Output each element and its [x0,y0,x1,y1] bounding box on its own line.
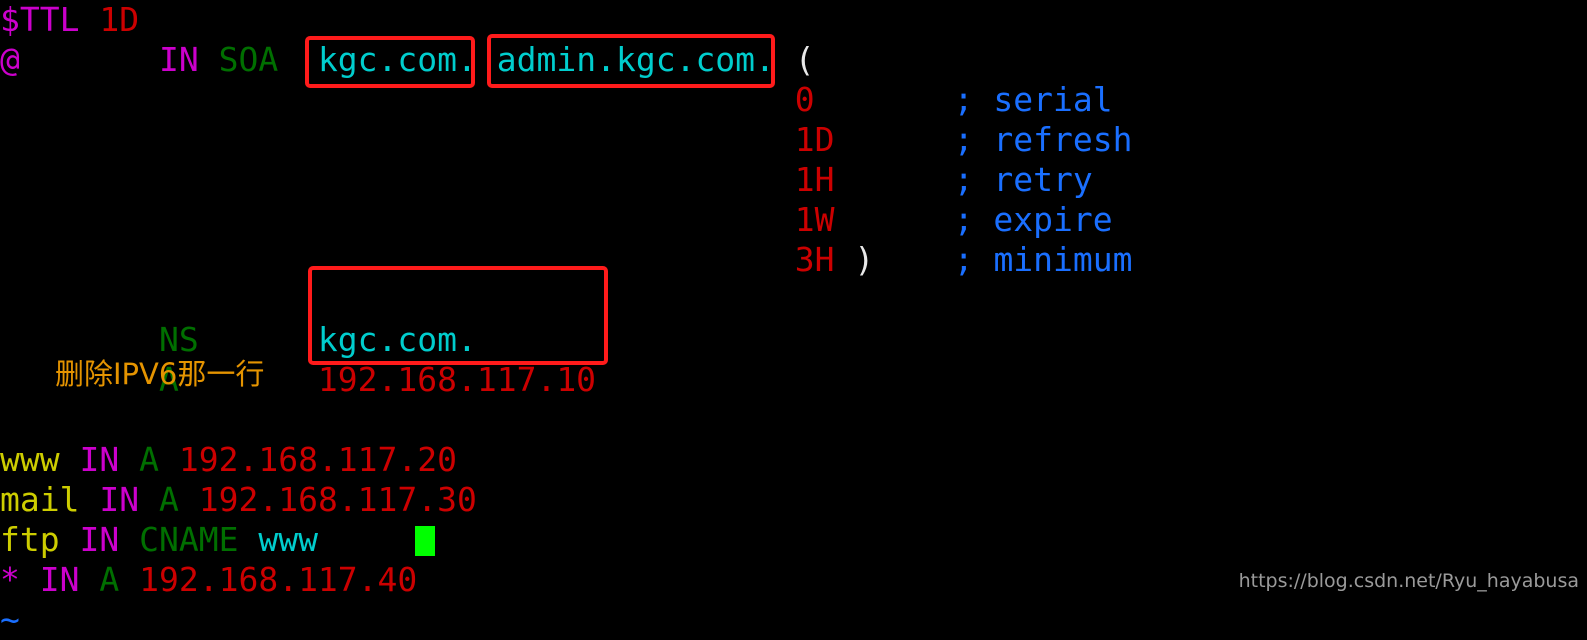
text-token: @ [0,40,20,79]
text-token: * [0,560,20,599]
text-token: 0 [794,80,815,119]
delete-ipv6-line-note: 删除IPV6那一行 [55,357,265,391]
text-cursor [415,526,435,556]
text-token: NS [158,320,199,359]
text-line[interactable]: NS kgc.com. [0,320,477,360]
text-token: 192.168.117.30 [198,480,477,519]
text-token: ; serial [953,80,1113,119]
text-token: CNAME [139,520,239,559]
text-token: A [158,480,179,519]
text-token: SOA [218,40,279,79]
text-token: kgc.com. [317,40,477,79]
text-line[interactable]: 1W ; expire [0,200,1113,240]
text-token: IN [79,440,120,479]
text-line[interactable]: www IN A 192.168.117.20 [0,440,457,480]
text-token: 192.168.117.10 [317,360,597,399]
text-line[interactable]: 1D ; refresh [0,120,1133,160]
text-token: 1D [99,0,140,39]
terminal-window[interactable]: $TTL 1D @ IN SOA kgc.com. admin.kgc.com. … [0,0,1587,639]
text-token: ; expire [953,200,1113,239]
text-token: kgc.com. [317,320,477,359]
text-token: 3H [794,240,835,279]
text-token: 192.168.117.20 [178,440,458,479]
text-token: IN [39,560,80,599]
text-token: A [139,440,159,479]
text-line[interactable]: * IN A 192.168.117.40 [0,560,417,600]
text-token: 1D [794,120,835,159]
text-line[interactable]: 0 ; serial [0,80,1113,120]
text-token: 1H [794,160,835,199]
empty-line-tilde: ~ [0,600,20,639]
text-token: IN [99,480,140,519]
text-line[interactable]: $TTL 1D [0,0,139,40]
text-token: ) [854,240,875,279]
text-token: $TTL [0,0,80,39]
text-token: 1W [794,200,835,239]
text-line[interactable]: 1H ; retry [0,160,1093,200]
text-token: ; minimum [953,240,1133,279]
text-token: A [99,560,120,599]
text-token: mail [0,480,80,519]
text-token: www [0,440,60,479]
text-token: ; refresh [953,120,1133,159]
text-token: IN [79,520,120,559]
text-line[interactable]: @ IN SOA kgc.com. admin.kgc.com. ( [0,40,815,80]
text-line[interactable]: ftp IN CNAME www [0,520,318,560]
text-line[interactable]: mail IN A 192.168.117.30 [0,480,477,520]
text-line[interactable]: 3H ) ; minimum [0,240,1133,280]
text-token: ( [794,40,815,79]
text-token: IN [158,40,199,79]
text-token: ; retry [953,160,1093,199]
text-token: admin.kgc.com. [496,40,775,79]
text-token: www [258,520,318,559]
watermark: https://blog.csdn.net/Ryu_hayabusa [1238,570,1579,592]
text-token: ftp [0,520,60,559]
text-token: 192.168.117.40 [139,560,418,599]
